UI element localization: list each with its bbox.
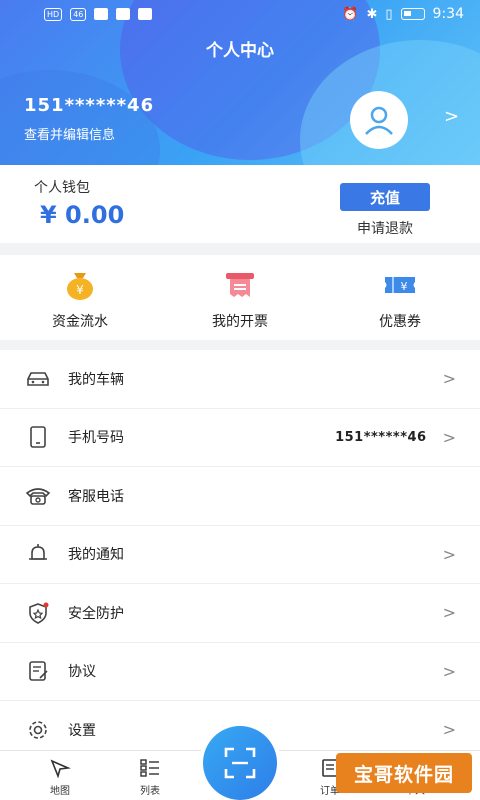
wallet-balance: ¥ 0.00 (40, 201, 125, 229)
user-avatar-icon (365, 106, 393, 135)
bell-icon (24, 540, 52, 568)
bluetooth-icon: ✱ (366, 6, 378, 22)
menu-item-my-vehicles[interactable]: 我的车辆 > (0, 350, 480, 409)
quick-item-coupon[interactable]: ¥ 优惠券 (320, 255, 480, 340)
map-arrow-icon (50, 759, 71, 779)
invoice-icon (226, 273, 254, 297)
nav-label: 地图 (50, 786, 70, 797)
status-time: 9:34 (432, 6, 464, 22)
refund-link[interactable]: 申请退款 (340, 218, 430, 238)
scan-button[interactable] (199, 722, 281, 800)
menu-value-phone: 151******46 (335, 429, 427, 445)
coupon-icon: ¥ (385, 277, 415, 293)
chevron-right-icon[interactable]: > (444, 106, 459, 127)
phone-icon (24, 423, 52, 451)
menu-label: 手机号码 (68, 430, 124, 447)
recharge-button[interactable]: 充值 (340, 183, 430, 211)
quick-item-cash-flow[interactable]: ¥ 资金流水 (0, 255, 160, 340)
edit-profile-link[interactable]: 查看并编辑信息 (24, 124, 115, 143)
nav-item-list[interactable]: 列表 (120, 757, 180, 797)
vibrate-icon: ▯ (385, 6, 393, 22)
money-bag-icon: ¥ (67, 273, 93, 300)
menu-label: 客服电话 (68, 488, 124, 505)
chevron-right-icon: > (442, 661, 456, 681)
menu-item-agreement[interactable]: 协议 > (0, 643, 480, 701)
profile-header: HD 46 ⏰ ✱ ▯ 9:34 个人中心 151******46 查看并编辑信… (0, 0, 480, 165)
telephone-icon (24, 482, 52, 510)
chat-icon (116, 8, 131, 20)
menu-label: 协议 (68, 664, 96, 681)
menu-item-customer-service[interactable]: 客服电话 (0, 467, 480, 526)
svg-text:¥: ¥ (401, 280, 408, 293)
alarm-icon: ⏰ (342, 6, 359, 22)
hd-badge: HD (44, 7, 63, 21)
wallet-label: 个人钱包 (34, 180, 90, 196)
svg-text:¥: ¥ (76, 283, 84, 297)
settings-menu: 我的车辆 > 手机号码 151******46 > 客服电话 我的通知 > 安全… (0, 350, 480, 760)
user-phone: 151******46 (24, 95, 155, 116)
scan-icon (224, 747, 256, 779)
menu-item-phone-number[interactable]: 手机号码 151******46 > (0, 409, 480, 467)
quick-label: 优惠券 (379, 314, 421, 330)
car-icon (24, 365, 52, 393)
chevron-right-icon: > (442, 603, 456, 623)
menu-label: 我的车辆 (68, 371, 124, 388)
chevron-right-icon: > (442, 544, 456, 564)
shield-icon (24, 599, 52, 627)
page-title: 个人中心 (206, 41, 274, 61)
menu-label: 安全防护 (68, 605, 124, 622)
nav-label: 列表 (140, 786, 160, 797)
document-icon (24, 657, 52, 685)
message-icon (94, 8, 109, 20)
battery-icon (400, 8, 425, 20)
scan-button-inner (203, 726, 277, 800)
chevron-right-icon: > (442, 720, 456, 740)
menu-item-security[interactable]: 安全防护 > (0, 584, 480, 643)
status-bar: HD 46 ⏰ ✱ ▯ 9:34 (0, 0, 480, 28)
signal-badge: 46 (70, 7, 87, 21)
chevron-right-icon: > (442, 427, 456, 447)
quick-item-invoice[interactable]: 我的开票 (160, 255, 320, 340)
list-icon (140, 759, 159, 777)
chevron-right-icon: > (442, 369, 456, 389)
wallet-card: 个人钱包 ¥ 0.00 充值 申请退款 (0, 165, 480, 243)
quick-label: 资金流水 (52, 314, 108, 330)
avatar[interactable] (350, 91, 408, 149)
quick-label: 我的开票 (212, 314, 268, 330)
gear-icon (24, 716, 52, 744)
menu-label: 我的通知 (68, 547, 124, 564)
watermark-logo: 宝哥软件园 (336, 753, 472, 793)
nav-item-map[interactable]: 地图 (30, 757, 90, 797)
quick-actions: ¥ 资金流水 我的开票 ¥ 优惠券 (0, 255, 480, 340)
menu-item-notifications[interactable]: 我的通知 > (0, 526, 480, 584)
app-icon (138, 8, 153, 20)
